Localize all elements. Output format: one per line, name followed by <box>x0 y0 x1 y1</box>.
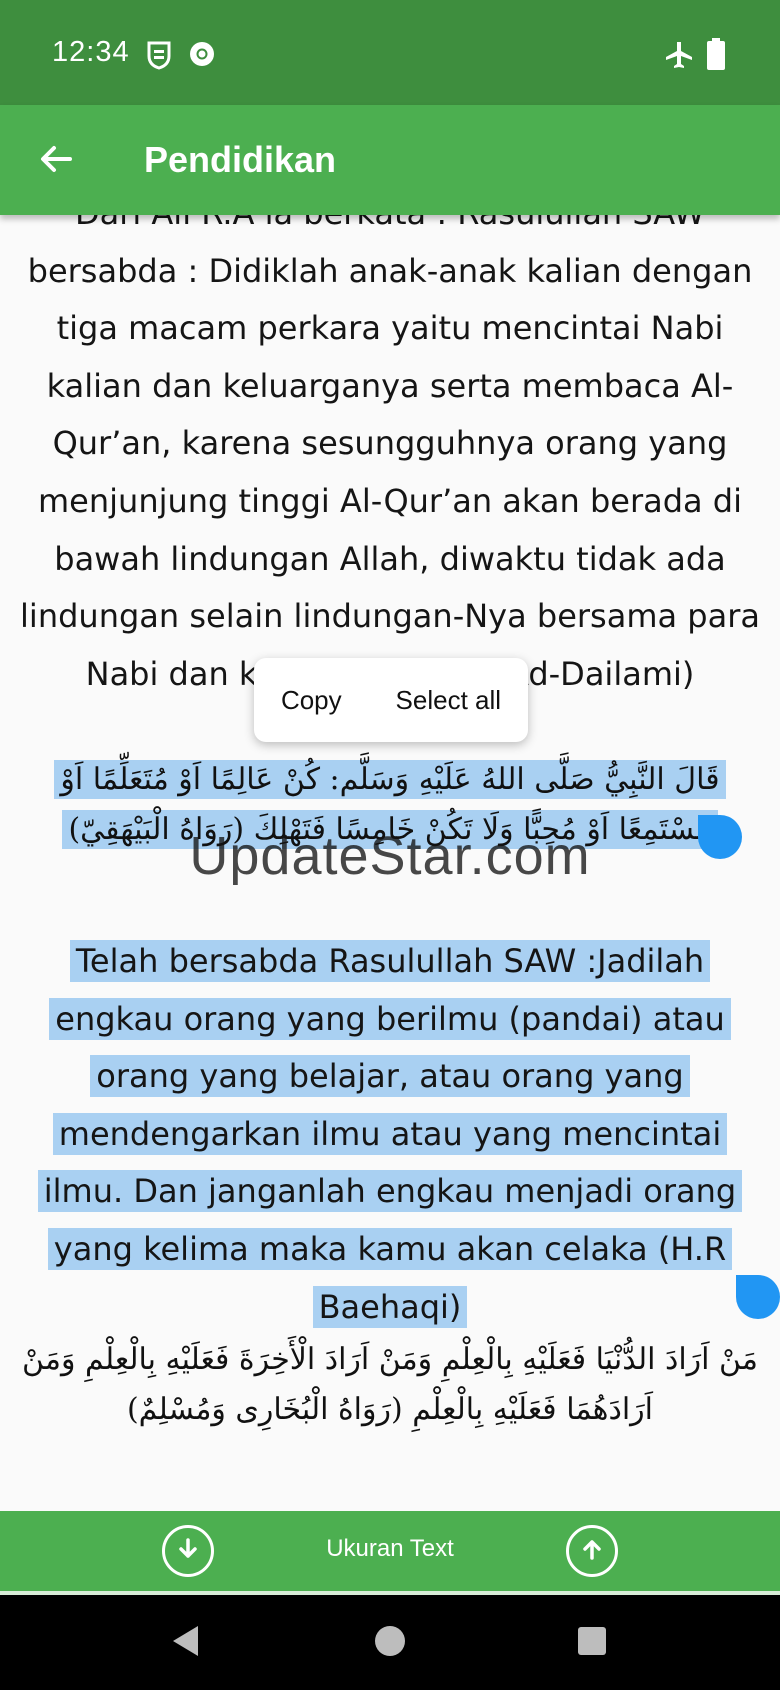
arabic-text-2[interactable]: مَنْ اَرَادَ الدُّنْيَا فَعَلَيْهِ بِالْ… <box>10 1335 770 1435</box>
arabic-text-1[interactable]: قَالَ النَّبِيُّ صَلَّى اللهُ عَلَيْهِ و… <box>10 755 770 855</box>
app-bar: Pendidikan <box>0 105 780 215</box>
content-scroll[interactable]: Dari Ali R.A ia berkata : Rasulullah SAW… <box>0 215 780 1511</box>
home-circle-icon <box>374 1625 406 1661</box>
nav-home-button[interactable] <box>370 1623 410 1663</box>
arrow-left-icon <box>38 141 74 181</box>
shield-notification-icon <box>146 40 172 74</box>
status-time: 12:34 <box>52 36 130 68</box>
text-selection-menu: Copy Select all <box>254 658 528 742</box>
text-size-label: Ukuran Text <box>326 1535 454 1562</box>
hadith-text-2[interactable]: Telah bersabda Rasulullah SAW :Jadilah e… <box>18 933 762 1336</box>
battery-icon <box>706 38 726 74</box>
back-button[interactable] <box>28 133 84 189</box>
nav-recents-button[interactable] <box>572 1623 612 1663</box>
airplane-mode-icon <box>664 40 694 74</box>
increase-text-size-button[interactable] <box>566 1525 618 1577</box>
select-all-button[interactable]: Select all <box>384 675 514 726</box>
nav-back-button[interactable] <box>166 1623 206 1663</box>
back-triangle-icon <box>170 1624 202 1662</box>
system-nav-bar <box>0 1595 780 1690</box>
recents-square-icon <box>577 1626 607 1660</box>
selection-start-handle[interactable] <box>698 815 742 859</box>
text-size-bar: Ukuran Text <box>0 1511 780 1591</box>
copy-button[interactable]: Copy <box>269 675 354 726</box>
status-bar: 12:34 <box>0 0 780 105</box>
arrow-up-circle-icon <box>579 1536 605 1566</box>
chrome-icon <box>188 40 216 72</box>
selected-arabic-text[interactable]: قَالَ النَّبِيُّ صَلَّى اللهُ عَلَيْهِ و… <box>54 760 726 849</box>
selection-end-handle[interactable] <box>736 1275 780 1319</box>
hadith-text-1[interactable]: Dari Ali R.A ia berkata : Rasulullah SAW… <box>18 215 762 703</box>
page-title: Pendidikan <box>144 139 337 180</box>
selected-hadith-text[interactable]: Telah bersabda Rasulullah SAW :Jadilah e… <box>37 940 743 1328</box>
